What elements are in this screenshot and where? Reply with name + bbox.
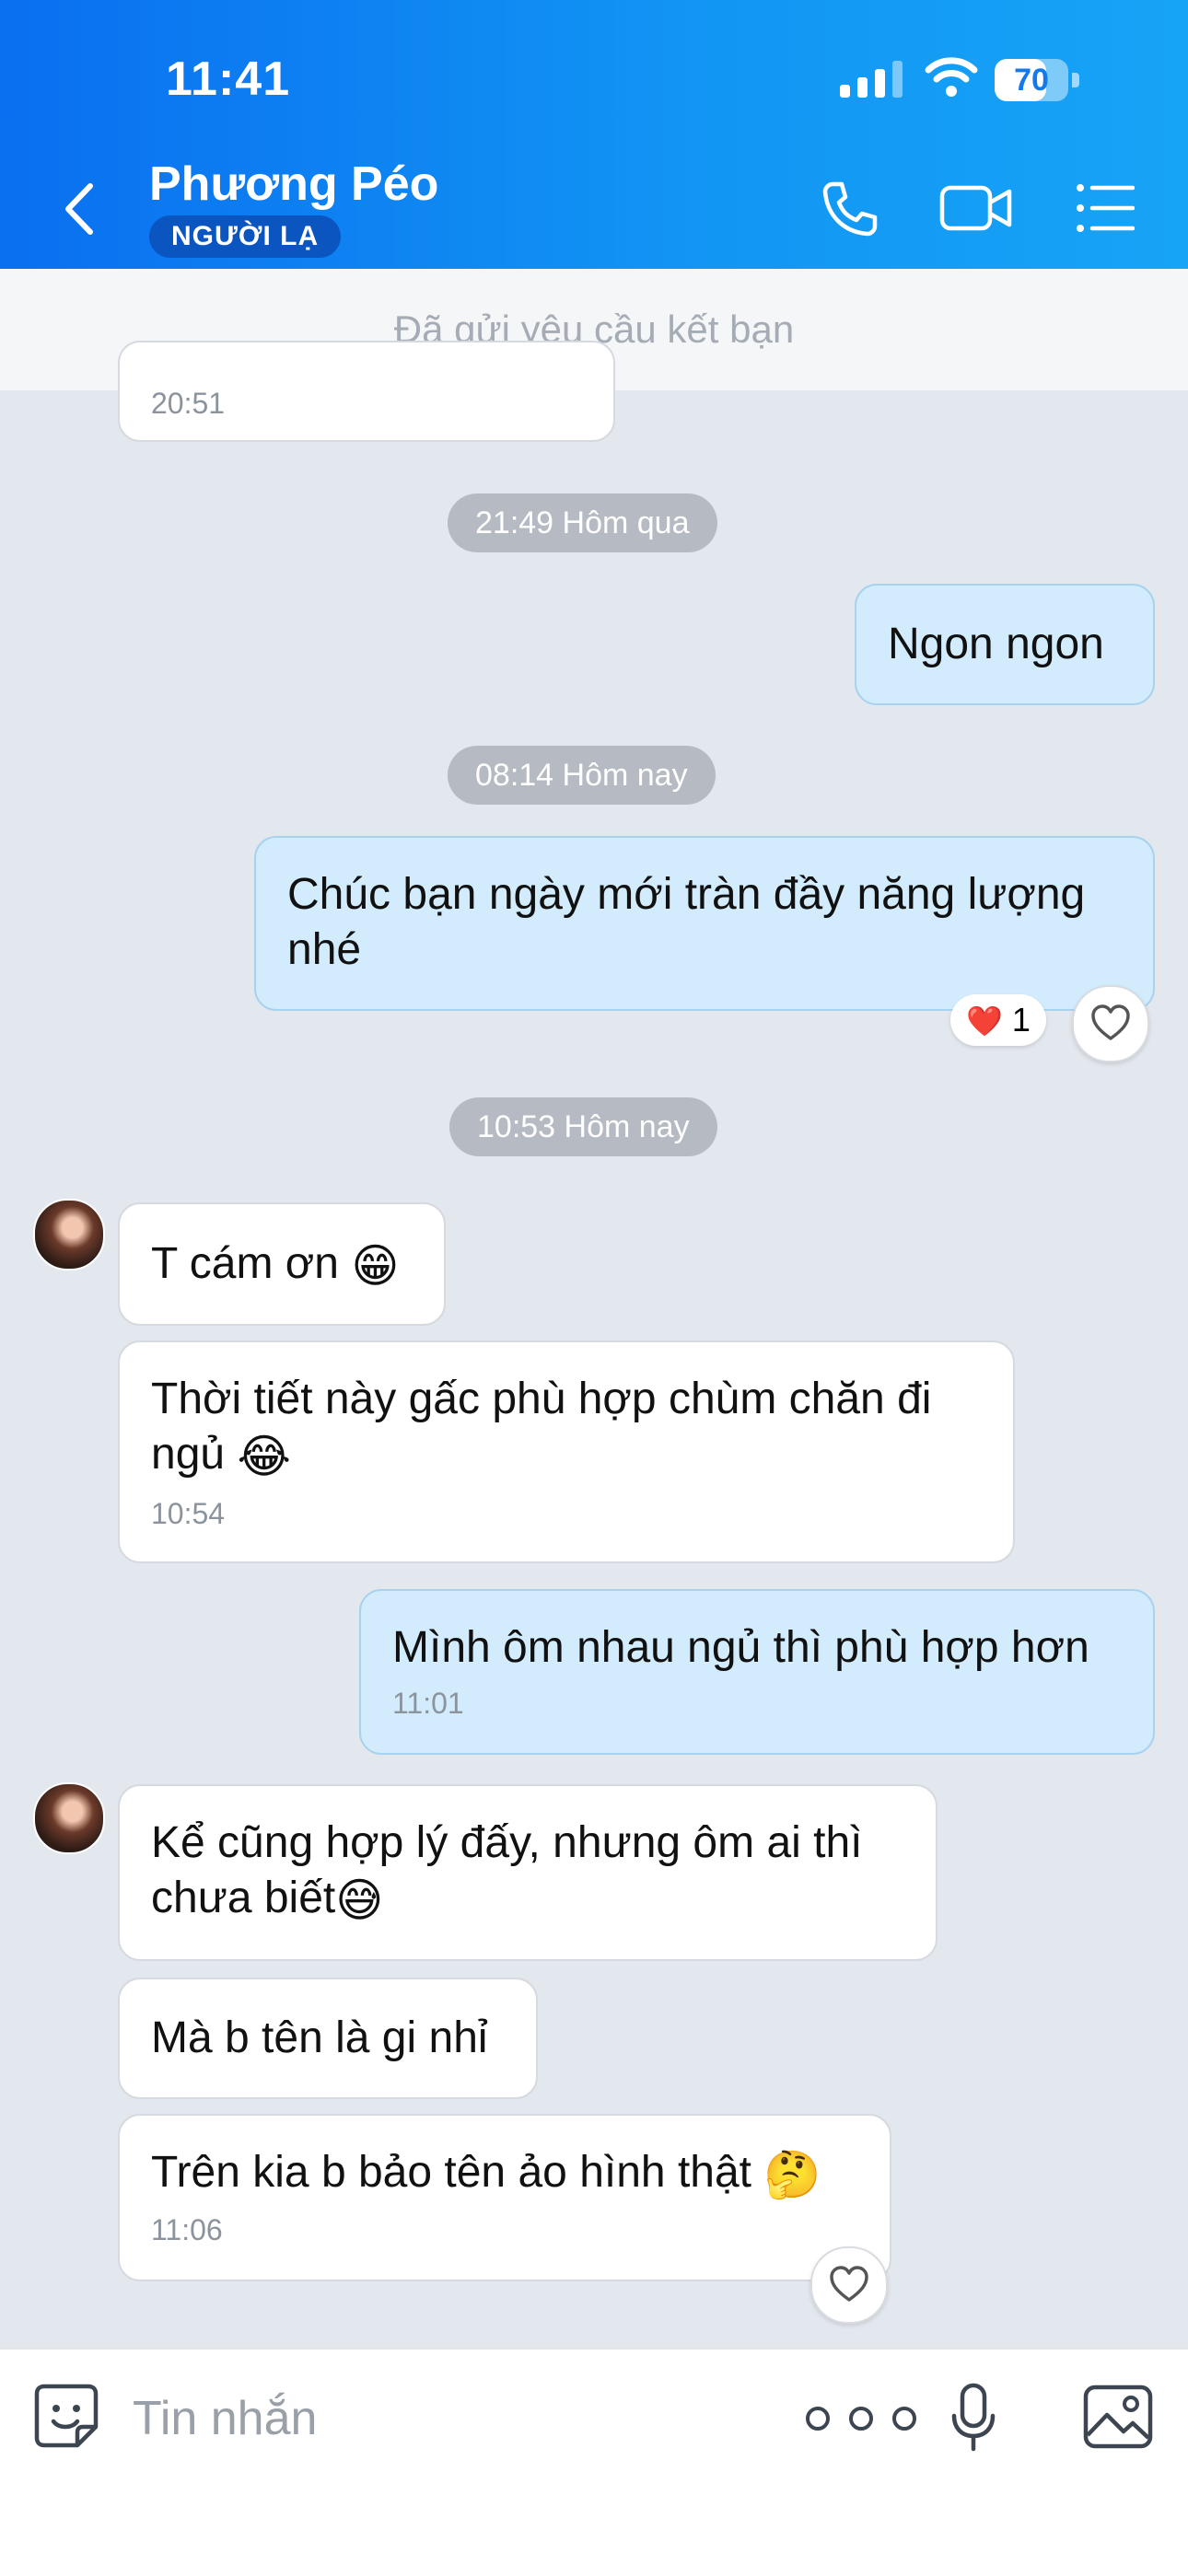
reaction-count: 1 xyxy=(1011,1001,1031,1039)
heart-react-button[interactable] xyxy=(1072,985,1149,1062)
chevron-left-icon[interactable] xyxy=(53,177,109,241)
grinning-emoji: 😁 xyxy=(351,1240,400,1293)
contact-name[interactable]: Phương Péo xyxy=(149,157,438,212)
message-bubble-outgoing[interactable]: Chúc bạn ngày mới tràn đầy năng lượng nh… xyxy=(254,836,1155,1011)
battery-indicator: 70 xyxy=(995,59,1083,101)
message-bubble-incoming[interactable]: Mà b tên là gi nhỉ xyxy=(118,1978,538,2099)
message-text: Mình ôm nhau ngủ thì phù hợp hơn xyxy=(392,1623,1089,1672)
heart-outline-icon xyxy=(1091,1004,1130,1040)
reaction-badge[interactable]: ❤️ 1 xyxy=(950,994,1046,1046)
message-text-line: nhé xyxy=(287,925,362,974)
message-bubble-incoming[interactable]: T cám ơn 😁 xyxy=(118,1202,446,1326)
message-bubble-outgoing[interactable]: Mình ôm nhau ngủ thì phù hợp hơn 11:01 xyxy=(359,1589,1155,1755)
date-separator: 21:49 Hôm qua xyxy=(448,493,717,552)
message-time: 10:54 xyxy=(151,1497,226,1531)
message-bubble-incoming[interactable]: Kể cũng hợp lý đấy, nhưng ôm ai thì chưa… xyxy=(118,1784,938,1961)
video-camera-icon[interactable] xyxy=(939,180,1013,236)
sweat-smile-emoji: 😅 xyxy=(335,1874,384,1927)
message-time: 20:51 xyxy=(151,387,226,420)
more-dots-icon[interactable] xyxy=(801,2405,921,2432)
image-icon[interactable] xyxy=(1083,2385,1153,2449)
cellular-signal-icon xyxy=(840,61,903,98)
message-text: T cám ơn xyxy=(151,1239,339,1288)
message-text-line: ngủ xyxy=(151,1430,226,1479)
heart-reaction-icon: ❤️ xyxy=(966,1004,1003,1038)
avatar[interactable] xyxy=(33,1782,105,1854)
message-text-line: Kể cũng hợp lý đấy, nhưng ôm ai thì xyxy=(151,1818,863,1867)
avatar[interactable] xyxy=(33,1199,105,1271)
message-bubble-incoming[interactable]: Trên kia b bảo tên ảo hình thật 🤔 11:06 xyxy=(118,2114,891,2281)
sticker-smile-icon[interactable] xyxy=(31,2381,101,2451)
date-separator: 10:53 Hôm nay xyxy=(449,1097,717,1156)
chat-header: 11:41 70 Phương Péo NGƯỜI LẠ xyxy=(0,0,1188,269)
phone-icon[interactable] xyxy=(820,179,879,238)
message-time: 11:01 xyxy=(392,1687,464,1720)
message-text-line: chưa biết xyxy=(151,1874,336,1922)
message-text: Trên kia b bảo tên ảo hình thật xyxy=(151,2148,752,2197)
message-input-bar xyxy=(0,2348,1188,2576)
heart-react-button[interactable] xyxy=(810,2246,888,2324)
message-bubble-incoming[interactable]: Thời tiết này gấc phù hợp chùm chăn đi n… xyxy=(118,1340,1015,1563)
message-bubble-partial: 20:51 xyxy=(118,341,615,442)
message-input[interactable] xyxy=(131,2390,733,2447)
stranger-badge: NGƯỜI LẠ xyxy=(149,215,342,258)
message-text: Mà b tên là gi nhỉ xyxy=(151,2013,488,2062)
date-separator: 08:14 Hôm nay xyxy=(448,746,716,805)
message-bubble-outgoing[interactable]: Ngon ngon xyxy=(855,584,1155,705)
message-text-line: Chúc bạn ngày mới tràn đầy năng lượng xyxy=(287,870,1086,919)
battery-level: 70 xyxy=(1014,63,1049,98)
heart-outline-icon xyxy=(830,2266,868,2302)
wifi-icon xyxy=(925,57,978,97)
thinking-emoji: 🤔 xyxy=(763,2149,821,2201)
status-time: 11:41 xyxy=(166,52,291,106)
tears-of-joy-emoji: 😂 xyxy=(237,1431,291,1483)
microphone-icon[interactable] xyxy=(950,2383,996,2453)
message-text-line: Thời tiết này gấc phù hợp chùm chăn đi xyxy=(151,1375,932,1423)
list-icon[interactable] xyxy=(1076,182,1135,234)
message-time: 11:06 xyxy=(151,2213,223,2247)
message-text: Ngon ngon xyxy=(888,620,1104,668)
